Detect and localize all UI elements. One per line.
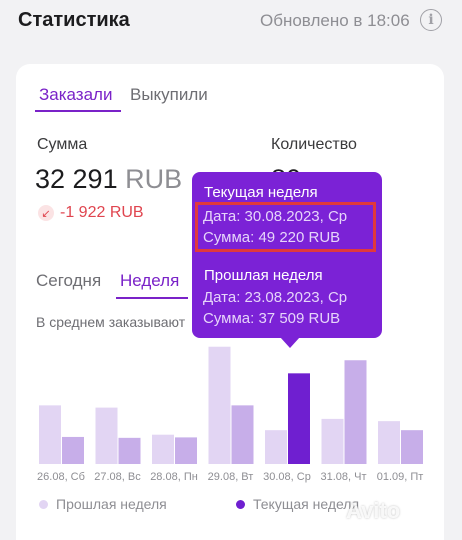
x-tick-label-2: 28.08, Пн	[150, 471, 198, 483]
tooltip-prev-date: Дата: 23.08.2023, Ср	[203, 289, 348, 306]
bar-prev-2[interactable]	[152, 434, 174, 464]
tooltip-prev-title: Прошлая неделя	[204, 267, 323, 284]
bar-current-2[interactable]	[175, 437, 197, 464]
bar-prev-4[interactable]	[265, 430, 287, 464]
x-tick-label-5: 31.08, Чт	[320, 471, 366, 483]
bar-current-6[interactable]	[401, 430, 423, 464]
bar-prev-3[interactable]	[208, 346, 231, 464]
tooltip-prev-sum: Сумма: 37 509 RUB	[203, 310, 341, 327]
stats-card: Заказали Выкупили Сумма Количество 80 32…	[16, 64, 444, 540]
bar-prev-0[interactable]	[39, 405, 61, 464]
x-tick-label-4: 30.08, Ср	[263, 471, 311, 483]
x-tick-label-3: 29.08, Вт	[208, 471, 254, 483]
legend-current-label: Текущая неделя	[253, 496, 360, 512]
bar-prev-5[interactable]	[321, 418, 344, 464]
bar-current-4[interactable]	[288, 373, 310, 464]
bar-current-1[interactable]	[118, 437, 141, 464]
bar-prev-6[interactable]	[378, 421, 400, 464]
watermark-logo: Avito	[346, 498, 401, 523]
bar-current-3[interactable]	[231, 405, 254, 464]
page-title: Статистика	[18, 9, 130, 31]
legend-prev-label: Прошлая неделя	[56, 496, 167, 512]
x-tick-label-6: 01.09, Пт	[377, 471, 424, 483]
tooltip-current-title: Текущая неделя	[204, 184, 318, 201]
legend-prev-dot	[39, 499, 48, 509]
header: Статистика Обновлено в 18:06 i	[0, 0, 462, 44]
tooltip-tail	[280, 337, 300, 348]
bar-prev-1[interactable]	[95, 407, 118, 464]
bar-current-5[interactable]	[344, 360, 367, 464]
info-icon[interactable]: i	[420, 9, 442, 31]
tooltip-highlight-box	[195, 202, 376, 252]
updated-time: Обновлено в 18:06	[260, 11, 410, 30]
chart-tooltip: Текущая неделя Дата: 30.08.2023, Ср Сумм…	[192, 172, 382, 338]
bar-current-0[interactable]	[62, 436, 84, 464]
x-tick-label-1: 27.08, Вс	[94, 471, 141, 483]
legend-current: Текущая неделя	[236, 496, 359, 512]
legend-current-dot	[236, 499, 245, 509]
legend-prev: Прошлая неделя	[39, 496, 167, 512]
x-tick-label-0: 26.08, Сб	[37, 471, 85, 483]
